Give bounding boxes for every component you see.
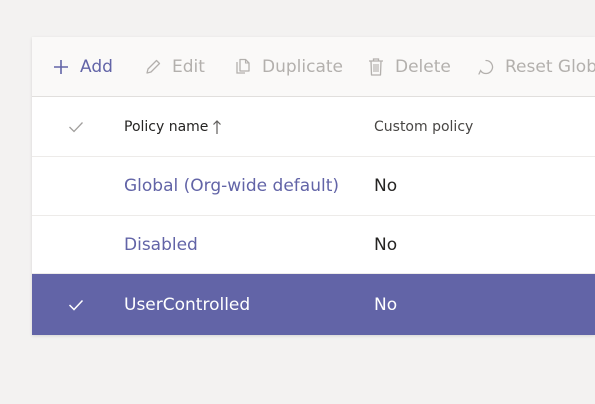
column-header-custom-policy[interactable]: Custom policy <box>374 97 473 156</box>
policy-name-link[interactable]: UserControlled <box>124 295 250 315</box>
custom-policy-value: No <box>374 234 398 255</box>
trash-icon <box>369 57 383 76</box>
delete-button[interactable]: Delete <box>367 37 451 96</box>
column-header-custom-policy-label: Custom policy <box>374 118 474 135</box>
reset-icon <box>478 59 494 75</box>
column-header-policy-name[interactable]: Policy name <box>124 97 222 156</box>
table-row[interactable]: Global (Org-wide default) No <box>32 157 595 216</box>
select-all-checkbox[interactable] <box>64 97 88 156</box>
reset-global-label: Reset Global <box>505 56 595 77</box>
column-header-policy-name-label: Policy name <box>124 118 209 135</box>
duplicate-icon <box>236 58 250 74</box>
plus-icon <box>54 59 68 74</box>
checkmark-icon <box>68 299 84 311</box>
edit-button[interactable]: Edit <box>144 37 205 96</box>
sort-ascending-icon <box>213 119 222 134</box>
row-checkbox[interactable] <box>64 216 88 273</box>
add-label: Add <box>80 56 113 77</box>
duplicate-label: Duplicate <box>262 56 343 77</box>
checkmark-icon <box>69 121 83 132</box>
table-header: Policy name Custom policy <box>32 97 595 157</box>
reset-global-button[interactable]: Reset Global <box>477 37 595 96</box>
policy-panel: Add Edit Duplicate Delete Reset Glo Poli… <box>32 37 595 335</box>
duplicate-button[interactable]: Duplicate <box>234 37 343 96</box>
table-row-selected[interactable]: UserControlled No <box>32 274 595 335</box>
policy-name-link[interactable]: Global (Org-wide default) <box>124 176 339 196</box>
edit-label: Edit <box>172 56 205 77</box>
policy-name-link[interactable]: Disabled <box>124 235 198 255</box>
add-button[interactable]: Add <box>52 37 113 96</box>
pencil-icon <box>146 59 161 74</box>
row-checkbox[interactable] <box>64 157 88 215</box>
custom-policy-value: No <box>374 176 398 196</box>
row-checkbox[interactable] <box>64 274 88 335</box>
custom-policy-value: No <box>374 294 398 315</box>
command-bar: Add Edit Duplicate Delete Reset Glo <box>32 37 595 97</box>
delete-label: Delete <box>395 56 451 77</box>
table-row[interactable]: Disabled No <box>32 216 595 274</box>
